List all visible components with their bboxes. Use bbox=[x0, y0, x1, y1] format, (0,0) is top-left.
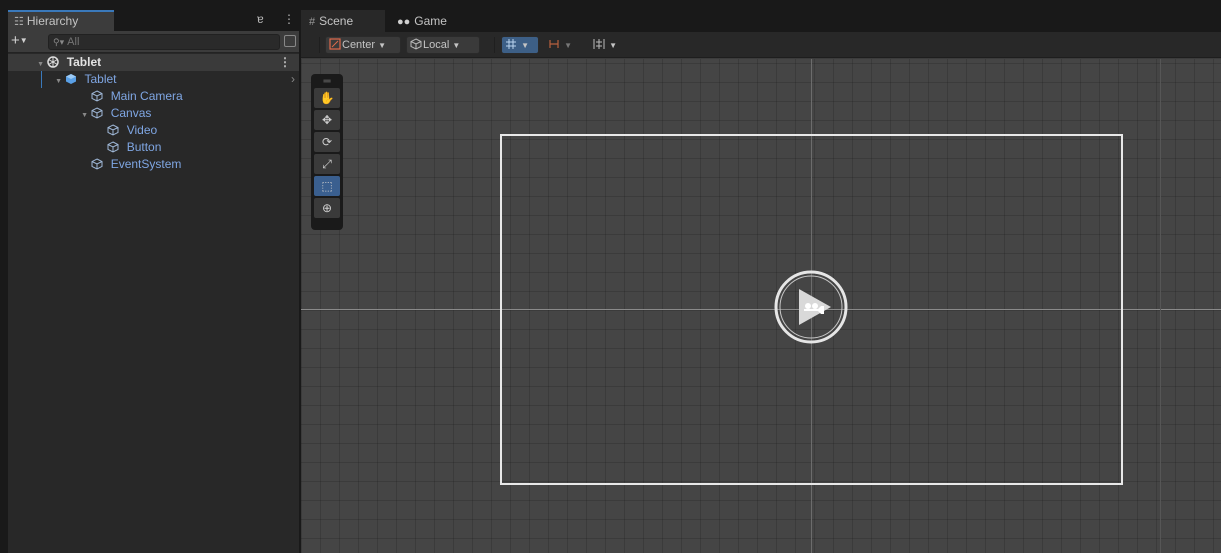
grid-snap-dropdown[interactable]: ▼ bbox=[501, 36, 539, 54]
chevron-down-icon: ▼ bbox=[564, 41, 572, 50]
hierarchy-item-video[interactable]: Video bbox=[8, 122, 299, 139]
unity-scene-icon bbox=[47, 56, 60, 68]
rect-tool-icon[interactable]: ⬚ bbox=[314, 176, 340, 196]
chevron-down-icon: ▼ bbox=[452, 41, 461, 50]
align-dropdown[interactable]: ▼ bbox=[589, 36, 627, 54]
prefab-cube-icon bbox=[65, 73, 77, 85]
scene-grid-icon: # bbox=[309, 16, 316, 28]
hierarchy-toolbar: +▼ ⚲▾ bbox=[8, 31, 299, 53]
move-tool-icon[interactable]: ✥ bbox=[314, 110, 340, 130]
chevron-down-icon: ▼ bbox=[378, 41, 387, 50]
hierarchy-panel: ☷Hierarchy ɐ ⋮ +▼ ⚲▾ ▼ Tablet ⋮ ▼ Tablet bbox=[8, 10, 299, 553]
snap-increment-icon bbox=[548, 38, 560, 50]
scene-tab-label: Scene bbox=[319, 14, 354, 28]
increment-snap-dropdown[interactable]: ▼ bbox=[544, 36, 582, 54]
scene-menu-icon[interactable]: ⋮ bbox=[279, 54, 291, 71]
lock-icon[interactable]: ɐ bbox=[257, 12, 264, 26]
hierarchy-tab-label: Hierarchy bbox=[26, 14, 79, 28]
local-space-icon bbox=[410, 38, 422, 50]
hand-tool-icon[interactable]: ✋ bbox=[314, 88, 340, 108]
gameobject-cube-icon bbox=[91, 158, 103, 170]
scene-panel: # Scene ●● Game Center ▼ Local ▼ ▼ ▼ ▼ ═… bbox=[301, 10, 1221, 553]
toolbar-separator bbox=[494, 37, 495, 53]
scene-toolbar: Center ▼ Local ▼ ▼ ▼ ▼ bbox=[301, 32, 1221, 58]
gamepad-icon: ●● bbox=[397, 16, 411, 28]
scene-row[interactable]: ▼ Tablet ⋮ bbox=[8, 54, 299, 71]
hierarchy-item-label: Tablet bbox=[84, 72, 117, 86]
align-icon bbox=[593, 38, 605, 50]
gameobject-cube-icon bbox=[91, 90, 103, 102]
gameobject-cube-icon bbox=[91, 107, 103, 119]
search-icon: ⚲▾ bbox=[53, 37, 65, 47]
hierarchy-tab-bar: ☷ Hierarchy ɐ ⋮ bbox=[8, 10, 299, 31]
hierarchy-item-main-camera[interactable]: Main Camera bbox=[8, 88, 299, 105]
tab-scene[interactable]: # Scene bbox=[301, 10, 385, 32]
hierarchy-item-label: Canvas bbox=[110, 106, 152, 120]
pivot-center-dropdown[interactable]: Center ▼ bbox=[325, 36, 401, 54]
hierarchy-list-icon: ☷ bbox=[14, 16, 24, 28]
hierarchy-item-label: Button bbox=[126, 140, 162, 154]
hierarchy-tree: ▼ Tablet ⋮ ▼ Tablet › Main Camera ▼ Canv… bbox=[8, 54, 299, 173]
search-input[interactable] bbox=[67, 36, 248, 48]
add-button[interactable]: +▼ bbox=[11, 33, 28, 49]
tab-hierarchy[interactable]: ☷ Hierarchy bbox=[8, 10, 114, 31]
hierarchy-item-label: Video bbox=[126, 123, 158, 137]
scene-viewport[interactable]: ═ ✋ ✥ ⟳ ⤢ ⬚ ⊕ bbox=[301, 59, 1221, 553]
tab-game[interactable]: ●● Game bbox=[389, 10, 469, 32]
chevron-right-icon[interactable]: › bbox=[291, 71, 295, 88]
hierarchy-item-label: Main Camera bbox=[110, 89, 183, 103]
search-options-icon[interactable] bbox=[284, 35, 296, 47]
chevron-down-icon: ▼ bbox=[521, 41, 529, 50]
hierarchy-item-label: EventSystem bbox=[110, 157, 182, 171]
hierarchy-item-button[interactable]: Button bbox=[8, 139, 299, 156]
panel-menu-icon[interactable]: ⋮ bbox=[283, 12, 295, 26]
video-player-gizmo-icon[interactable] bbox=[773, 269, 849, 345]
gameobject-cube-icon bbox=[107, 124, 119, 136]
space-label: Local bbox=[423, 39, 450, 51]
scene-tab-bar: # Scene ●● Game bbox=[301, 10, 1221, 32]
scale-tool-icon[interactable]: ⤢ bbox=[314, 154, 340, 174]
pivot-label: Center bbox=[342, 39, 376, 51]
gameobject-cube-icon bbox=[107, 141, 119, 153]
chevron-down-icon: ▼ bbox=[19, 36, 28, 46]
game-tab-label: Game bbox=[414, 14, 447, 28]
drag-grip-icon[interactable]: ═ bbox=[314, 76, 340, 87]
toolbar-separator bbox=[319, 37, 320, 53]
plus-icon: + bbox=[11, 32, 20, 49]
tools-overlay: ═ ✋ ✥ ⟳ ⤢ ⬚ ⊕ bbox=[311, 74, 343, 230]
search-field[interactable]: ⚲▾ bbox=[48, 34, 280, 50]
grid-snap-icon bbox=[505, 38, 517, 50]
pivot-icon bbox=[329, 38, 341, 50]
hierarchy-item-canvas[interactable]: ▼ Canvas bbox=[8, 105, 299, 122]
transform-tool-icon[interactable]: ⊕ bbox=[314, 198, 340, 218]
scene-name: Tablet bbox=[66, 55, 102, 69]
hierarchy-item-eventsystem[interactable]: EventSystem bbox=[8, 156, 299, 173]
pivot-local-dropdown[interactable]: Local ▼ bbox=[406, 36, 480, 54]
chevron-down-icon: ▼ bbox=[609, 41, 617, 50]
hierarchy-item-tablet[interactable]: ▼ Tablet › bbox=[8, 71, 299, 88]
rotate-tool-icon[interactable]: ⟳ bbox=[314, 132, 340, 152]
grid-major-line bbox=[1160, 59, 1161, 553]
